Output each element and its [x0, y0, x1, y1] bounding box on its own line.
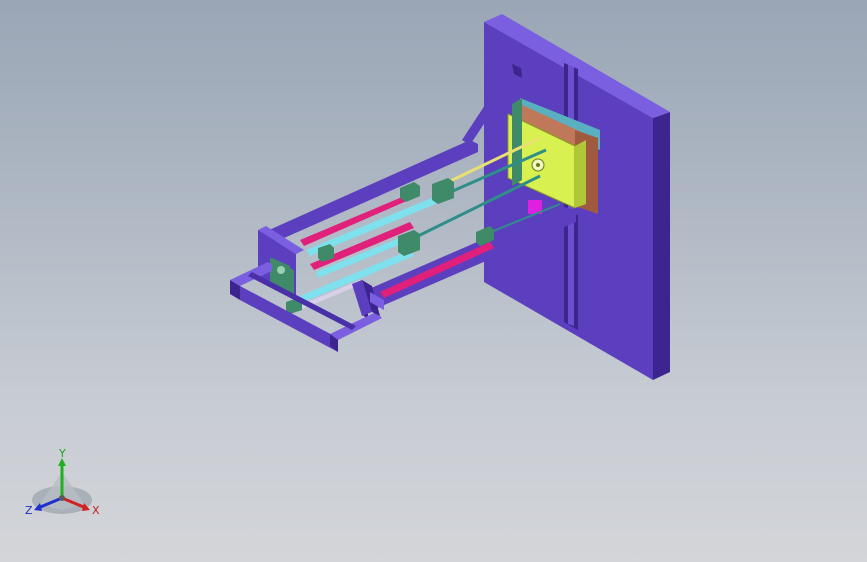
graphics-viewport[interactable]: Y X Z: [0, 0, 867, 562]
x-axis-label: X: [92, 504, 100, 517]
cad-model-render[interactable]: [0, 0, 867, 562]
view-orientation-triad[interactable]: Y X Z: [22, 448, 106, 524]
z-axis-label: Z: [25, 504, 33, 517]
y-axis-label: Y: [58, 448, 66, 460]
